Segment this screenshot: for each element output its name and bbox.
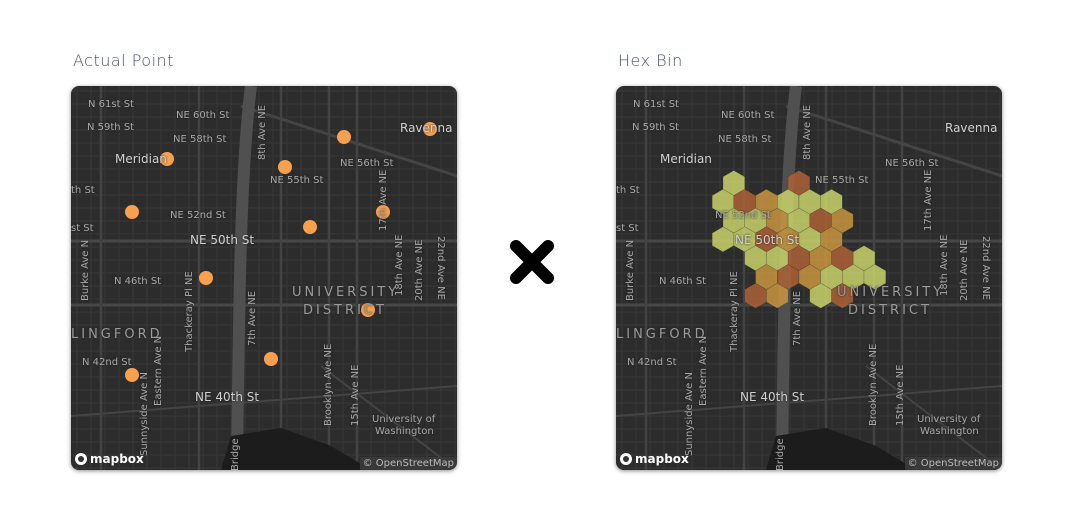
map-label: 7th Ave NE <box>247 290 258 346</box>
map-label: NE 60th St <box>721 110 775 121</box>
map-label: Washington <box>375 426 434 437</box>
map-label: Washington <box>920 426 979 437</box>
map-label: 22nd Ave NE <box>435 236 446 300</box>
map-label: 18th Ave NE <box>939 234 950 296</box>
cross-icon <box>510 240 554 284</box>
map-label: 20th Ave NE <box>959 239 970 301</box>
map-label: Eastern Ave N <box>153 335 164 406</box>
map-label: Sunnyside Ave N <box>139 372 150 456</box>
map-label: NE 60th St <box>176 110 230 121</box>
map-label: 8th Ave NE <box>802 104 813 160</box>
data-point[interactable] <box>125 368 139 382</box>
map-label: 8th Ave NE <box>257 104 268 160</box>
map-label: N 59th St <box>87 122 135 133</box>
map-label: DISTRICT <box>848 303 932 318</box>
data-point[interactable] <box>337 130 351 144</box>
map-label: 20th Ave NE <box>414 239 425 301</box>
map-label: NE 50th St <box>735 233 800 247</box>
map-label: Bridge <box>230 438 241 470</box>
map-label: st St <box>616 223 639 234</box>
attribution-link[interactable]: © OpenStreetMap <box>904 457 1002 470</box>
map-label: st St <box>71 223 94 234</box>
mapbox-logo[interactable]: mapbox <box>620 452 689 466</box>
map-label: 22nd Ave NE <box>980 236 991 300</box>
map-label: Ravenna Pa <box>945 121 1002 135</box>
actual-point-title: Actual Point <box>73 51 174 70</box>
map-label: Sunnyside Ave N <box>684 372 695 456</box>
data-point[interactable] <box>264 352 278 366</box>
map-label: th St <box>71 185 95 196</box>
map-label: Thackeray Pl NE <box>729 271 740 352</box>
water-area <box>221 428 371 470</box>
map-label: University of <box>372 414 436 425</box>
data-point[interactable] <box>303 220 317 234</box>
map-label: N 61st St <box>633 99 679 110</box>
data-point[interactable] <box>278 160 292 174</box>
mapbox-logo-icon <box>75 453 87 465</box>
map-label: Meridian <box>115 152 167 166</box>
map-label: LINGFORD <box>71 327 163 342</box>
map-label: DISTRICT <box>303 303 387 318</box>
map-label: NE 50th St <box>190 233 255 247</box>
actual-point-map[interactable]: N 61st St NE 60th St N 59th St NE 58th St Me… <box>71 86 457 470</box>
data-point[interactable] <box>125 205 139 219</box>
map-label: NE 58th St <box>718 134 772 145</box>
map-label: 15th Ave NE <box>350 364 361 426</box>
map-label: N 46th St <box>114 276 162 287</box>
map-label: Meridian <box>660 152 712 166</box>
map-label: Ravenna Pa <box>400 121 457 135</box>
interstate-highway <box>231 86 257 470</box>
map-label: NE 40th St <box>195 390 260 404</box>
mapbox-logo-icon <box>620 453 632 465</box>
mapbox-logo-text: mapbox <box>635 452 689 466</box>
map-label: UNIVERSITY <box>837 285 945 300</box>
map-label: N 46th St <box>659 276 707 287</box>
water-area <box>766 428 916 470</box>
map-label: Brooklyn Ave NE <box>323 343 334 426</box>
map-label: N 59th St <box>632 122 680 133</box>
map-label: NE 55th St <box>270 175 324 186</box>
map-label: Brooklyn Ave NE <box>868 343 879 426</box>
map-label: LINGFORD <box>616 327 708 342</box>
map-label: Eastern Ave N <box>698 335 709 406</box>
data-point[interactable] <box>199 271 213 285</box>
attribution-link[interactable]: © OpenStreetMap <box>359 457 457 470</box>
map-label: NE 40th St <box>740 390 805 404</box>
map-label: 18th Ave NE <box>394 234 405 296</box>
map-label: NE 56th St <box>885 158 939 169</box>
map-label: NE 56th St <box>340 158 394 169</box>
map-label: N 42nd St <box>627 357 677 368</box>
map-label: UNIVERSITY <box>292 285 400 300</box>
map-label: 17th Ave NE <box>378 169 389 231</box>
map-label: 7th Ave NE <box>792 290 803 346</box>
map-label: 15th Ave NE <box>895 364 906 426</box>
map-label: Burke Ave N <box>625 239 636 301</box>
map-label: NE 52nd St <box>170 210 226 221</box>
map-label: NE 58th St <box>173 134 227 145</box>
map-label: NE 52nd St <box>715 210 771 221</box>
map-label: th St <box>616 185 640 196</box>
map-label: N 42nd St <box>82 357 132 368</box>
hex-bin-title: Hex Bin <box>618 51 683 70</box>
map-label: University of <box>917 414 981 425</box>
map-label: N 61st St <box>88 99 134 110</box>
map-label: Bridge <box>775 438 786 470</box>
map-label: Thackeray Pl NE <box>184 271 195 352</box>
mapbox-logo[interactable]: mapbox <box>75 452 144 466</box>
map-label: Burke Ave N <box>80 239 91 301</box>
mapbox-logo-text: mapbox <box>90 452 144 466</box>
map-label: NE 55th St <box>815 175 869 186</box>
hex-bin-map[interactable]: N 61st St NE 60th St N 59th St NE 58th St Me… <box>616 86 1002 470</box>
map-label: 17th Ave NE <box>923 169 934 231</box>
